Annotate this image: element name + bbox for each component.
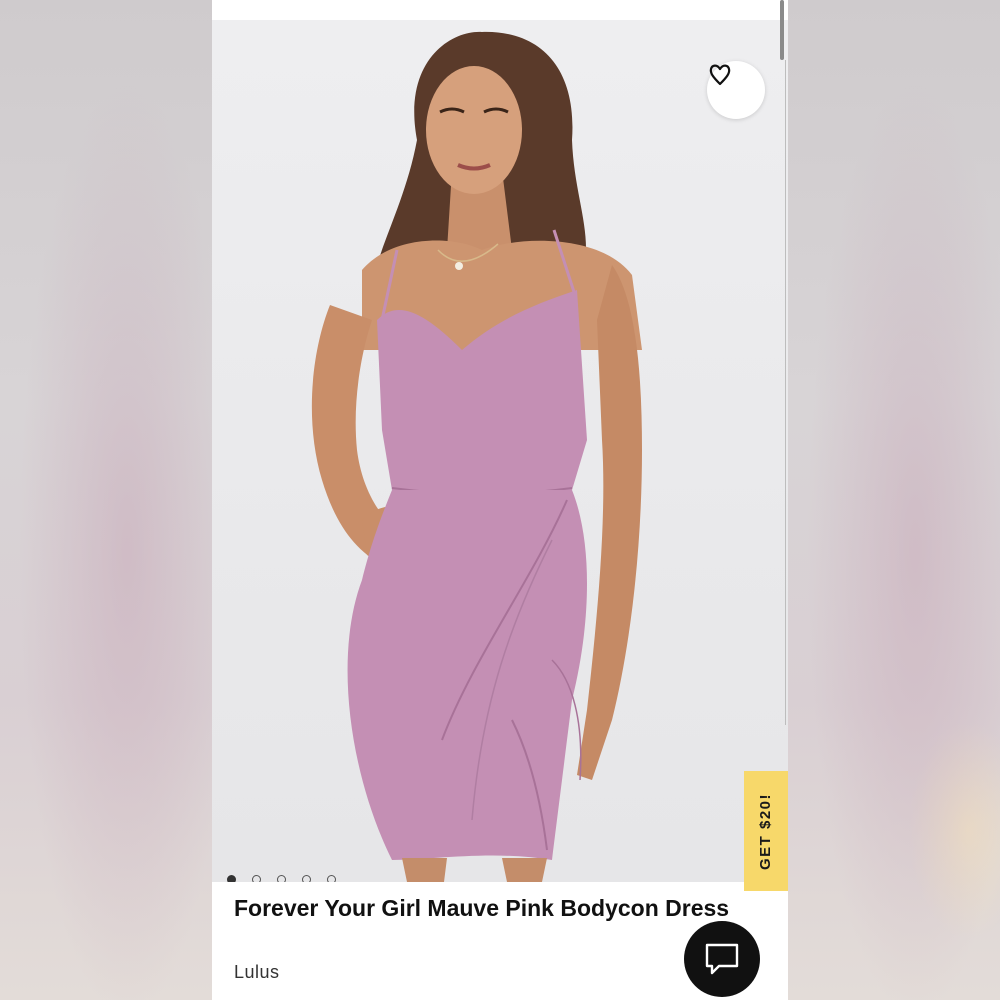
promo-label: GET $20! bbox=[757, 792, 775, 870]
product-screen: GET $20! Forever Your Girl Mauve Pink Bo… bbox=[212, 0, 788, 1000]
carousel-dot-4[interactable] bbox=[302, 875, 311, 882]
product-brand[interactable]: Lulus bbox=[234, 962, 280, 983]
carousel-dot-2[interactable] bbox=[252, 875, 261, 882]
promo-tab[interactable]: GET $20! bbox=[744, 771, 788, 891]
product-title: Forever Your Girl Mauve Pink Bodycon Dre… bbox=[234, 895, 730, 921]
blurred-background-left bbox=[0, 0, 212, 1000]
carousel-dot-5[interactable] bbox=[327, 875, 336, 882]
scrollbar[interactable] bbox=[776, 0, 788, 725]
carousel-dot-1[interactable] bbox=[227, 875, 236, 882]
image-carousel-dots bbox=[227, 875, 336, 882]
product-image[interactable] bbox=[212, 20, 788, 882]
blurred-background-right bbox=[788, 0, 1000, 1000]
wishlist-button[interactable] bbox=[707, 61, 765, 119]
chat-bubble-icon bbox=[705, 943, 739, 975]
top-bar bbox=[212, 0, 788, 20]
carousel-dot-3[interactable] bbox=[277, 875, 286, 882]
chat-button[interactable] bbox=[684, 921, 760, 997]
scrollbar-thumb[interactable] bbox=[780, 0, 784, 60]
scrollbar-track-line bbox=[785, 60, 786, 725]
model-illustration bbox=[311, 31, 642, 882]
heart-outline-icon bbox=[709, 64, 731, 86]
